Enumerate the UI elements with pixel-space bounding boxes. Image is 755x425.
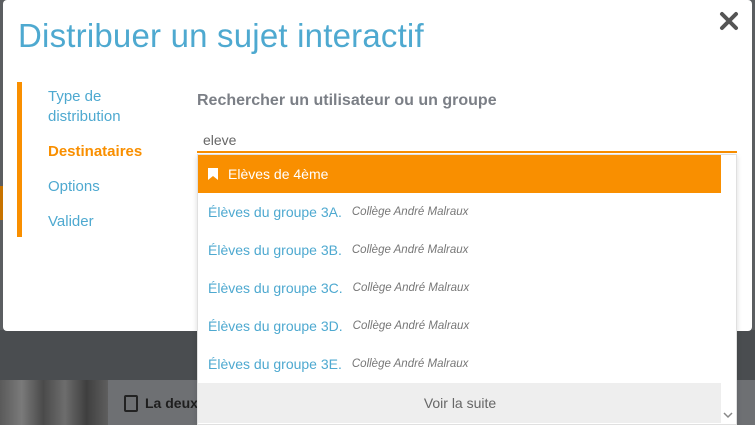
result-item[interactable]: Élèves du groupe 3E. Collège André Malra…: [198, 345, 722, 383]
background-card-right: [737, 380, 755, 425]
see-more-button[interactable]: Voir la suite: [198, 383, 722, 423]
result-name: Élèves du groupe 3B.: [208, 242, 342, 258]
close-button[interactable]: [718, 10, 740, 32]
document-icon: [124, 395, 138, 412]
background-card-title: La deux: [145, 395, 198, 411]
result-name: Élèves du groupe 3C.: [208, 280, 343, 296]
result-school: Collège André Malraux: [351, 206, 469, 218]
result-school: Collège André Malraux: [352, 282, 470, 294]
step-validate[interactable]: Valider: [22, 212, 177, 232]
result-item[interactable]: Elèves de 4ème: [198, 155, 722, 193]
dropdown-scrollbar[interactable]: [721, 155, 736, 424]
result-item[interactable]: Élèves du groupe 3D. Collège André Malra…: [198, 307, 722, 345]
result-school: Collège André Malraux: [352, 320, 470, 332]
chevron-down-icon[interactable]: [723, 410, 733, 420]
result-school: Collège André Malraux: [351, 358, 469, 370]
steps-nav: Type de distribution Destinataires Optio…: [17, 82, 177, 237]
result-item[interactable]: Élèves du groupe 3C. Collège André Malra…: [198, 269, 722, 307]
result-item[interactable]: Élèves du groupe 3B. Collège André Malra…: [198, 231, 722, 269]
result-name: Elèves de 4ème: [228, 166, 329, 182]
step-recipients[interactable]: Destinataires: [22, 142, 177, 162]
result-item[interactable]: Élèves du groupe 3A. Collège André Malra…: [198, 193, 722, 231]
result-name: Élèves du groupe 3D.: [208, 318, 343, 334]
modal-title: Distribuer un sujet interactif: [18, 17, 424, 54]
step-distribution-type[interactable]: Type de distribution: [22, 87, 132, 127]
bookmark-icon: [208, 168, 218, 180]
result-school: Collège André Malraux: [351, 244, 469, 256]
result-name: Élèves du groupe 3A.: [208, 204, 342, 220]
background-thumbnail: [0, 380, 108, 425]
search-heading: Rechercher un utilisateur ou un groupe: [197, 92, 497, 109]
search-input[interactable]: [197, 128, 737, 153]
close-icon: [720, 12, 738, 30]
results-dropdown: Elèves de 4ème Élèves du groupe 3A. Coll…: [197, 154, 737, 425]
result-name: Élèves du groupe 3E.: [208, 356, 342, 372]
step-options[interactable]: Options: [22, 177, 177, 197]
